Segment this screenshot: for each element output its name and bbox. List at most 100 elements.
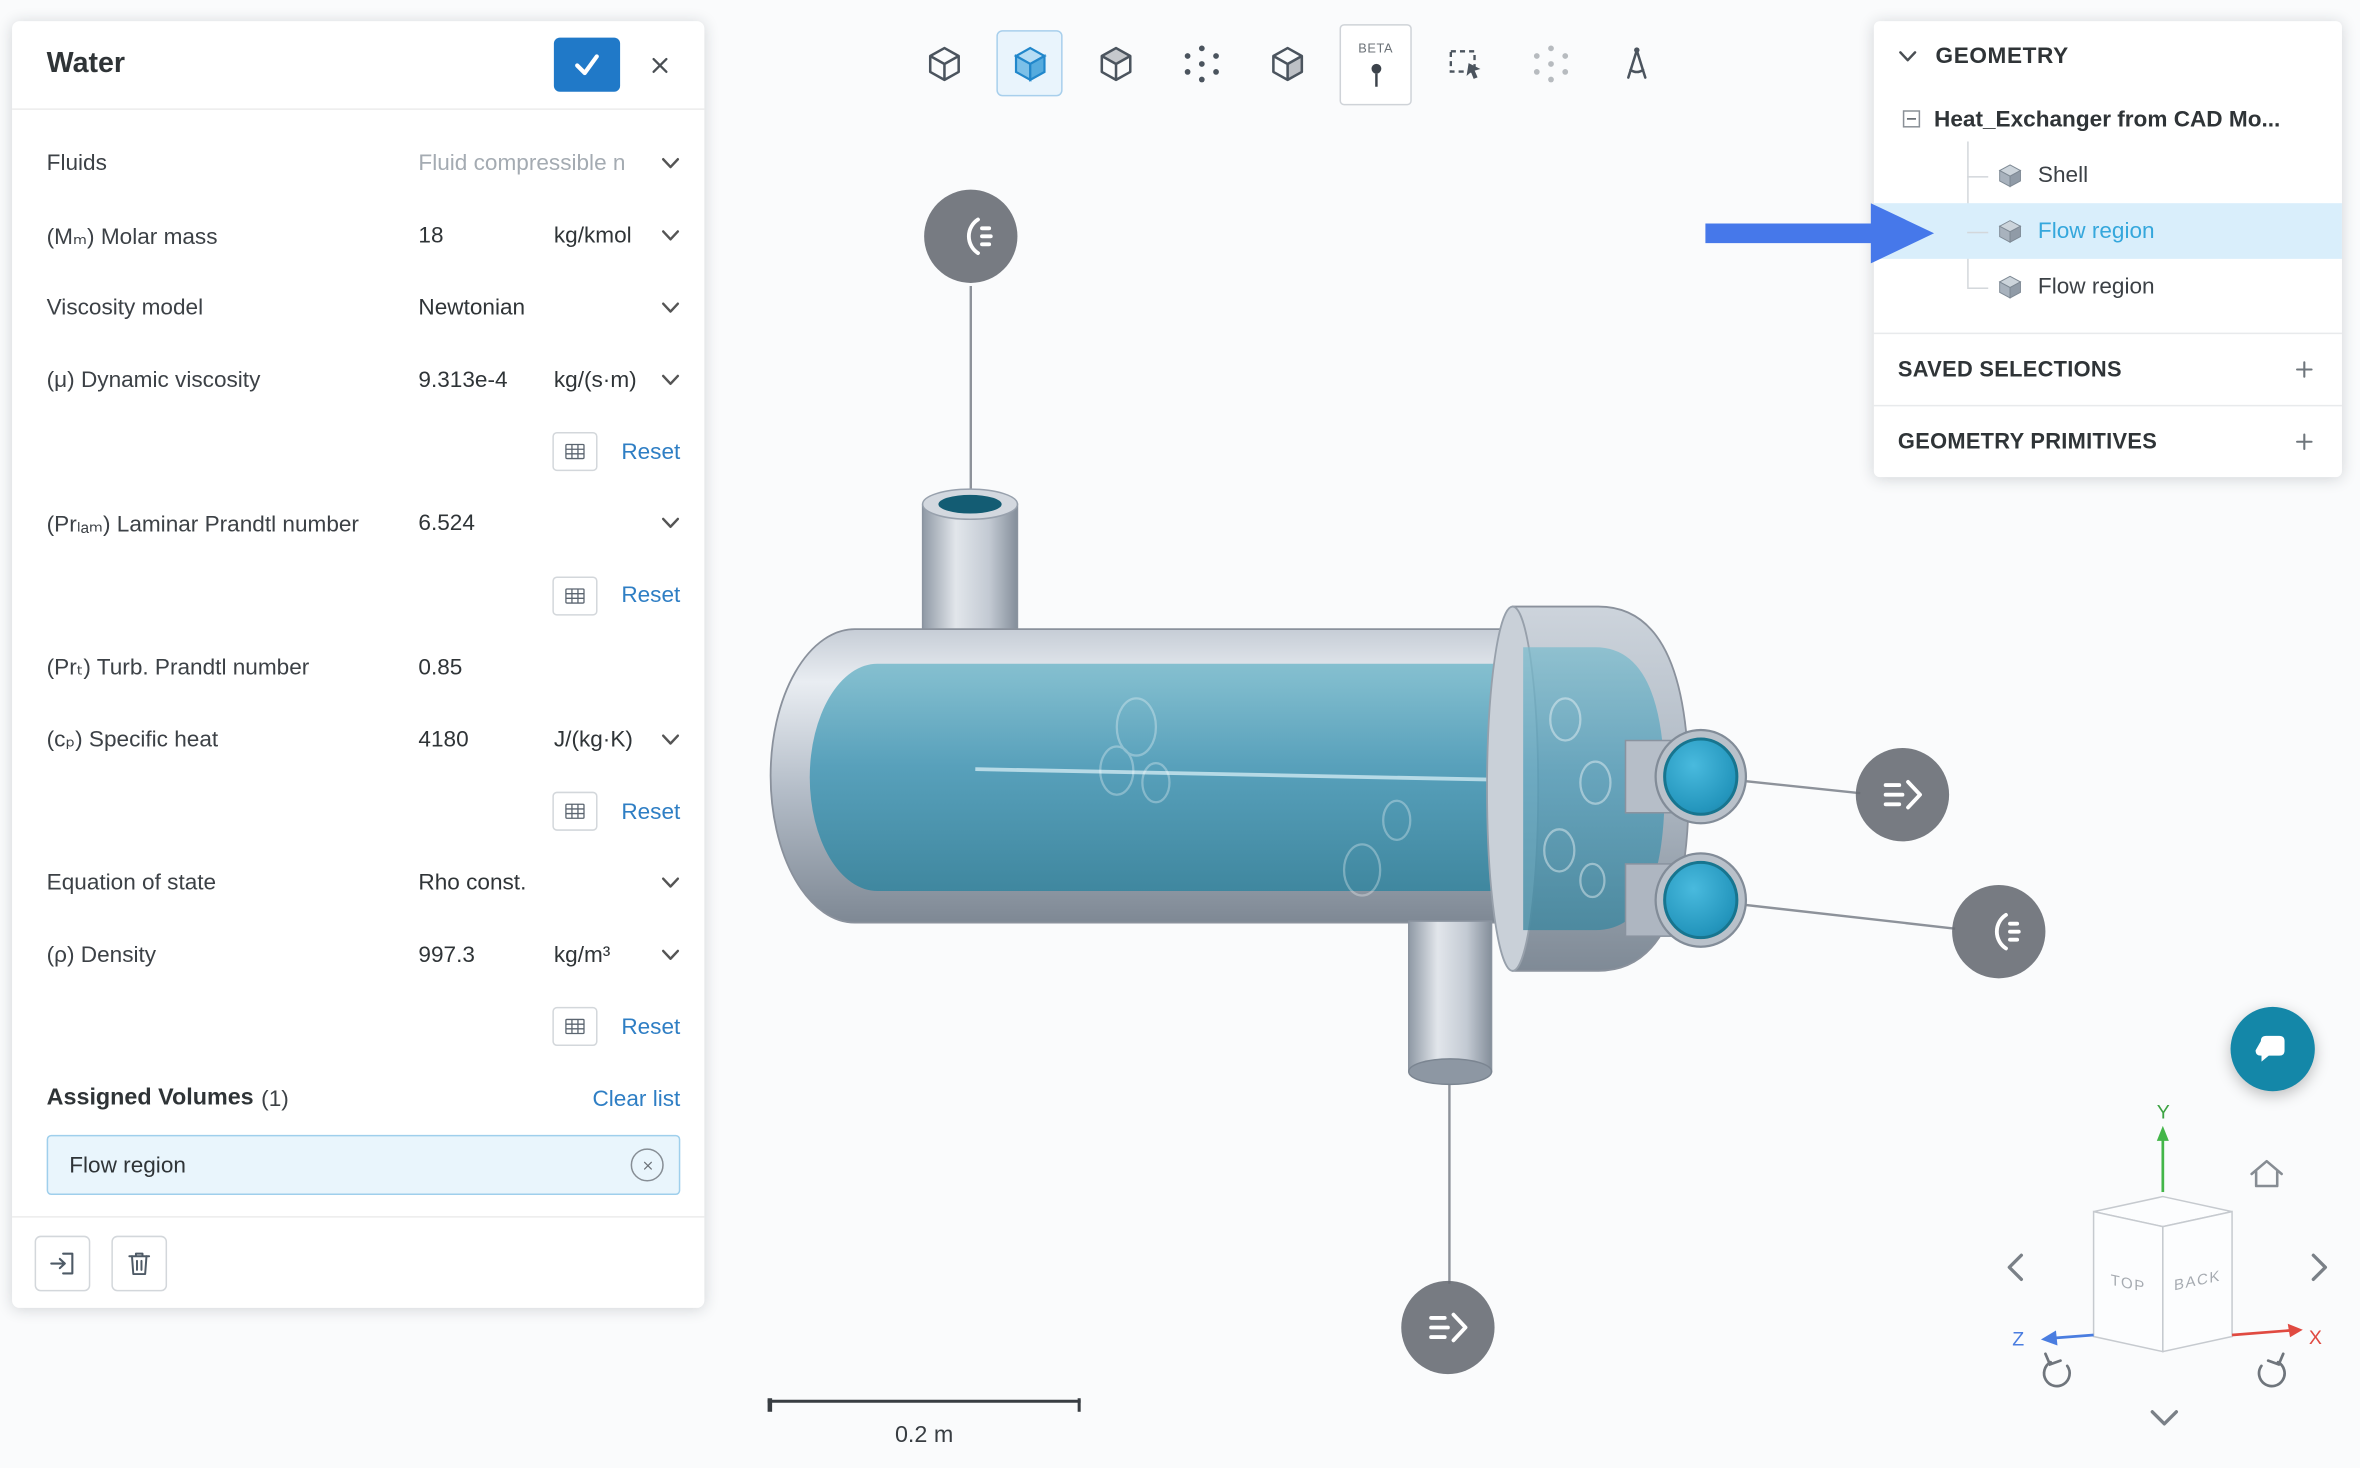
vertices-view-button[interactable] [1168, 30, 1234, 96]
flow-badge-inlet-top[interactable] [924, 190, 1017, 283]
collapse-toggle-icon[interactable] [1902, 110, 1920, 128]
chat-help-button[interactable] [2231, 1007, 2315, 1091]
reset-link[interactable]: Reset [621, 1014, 680, 1040]
dynamic-viscosity-input[interactable]: 9.313e-4 [418, 367, 507, 393]
assigned-volumes-header: Assigned Volumes (1) Clear list [47, 1072, 681, 1126]
cube-icon [1997, 163, 2023, 189]
rotate-right-button[interactable] [2313, 1255, 2325, 1279]
nav-cube[interactable]: Y TOP BACK X Z [1994, 1096, 2340, 1442]
reset-link[interactable]: Reset [621, 439, 680, 465]
flow-inlet-icon [945, 211, 996, 262]
panel-body: Fluids Fluid compressible n (Mₘ) Molar m… [12, 110, 704, 1216]
table-input-button[interactable] [552, 432, 597, 471]
head-end[interactable] [1487, 607, 1746, 971]
probe-point-button[interactable]: BETA [1340, 24, 1412, 105]
turb-prandtl-input[interactable]: 0.85 [418, 655, 462, 681]
density-input[interactable]: 997.3 [418, 942, 475, 968]
assigned-volume-item[interactable]: Flow region [47, 1135, 681, 1195]
field-label: (μ) Dynamic viscosity [47, 367, 419, 393]
assign-selection-button[interactable] [35, 1236, 91, 1292]
geometry-primitives-title: GEOMETRY PRIMITIVES [1898, 430, 2157, 454]
solid-view-button[interactable] [996, 30, 1062, 96]
add-geometry-primitive-button[interactable] [2285, 422, 2324, 461]
close-icon [640, 1159, 654, 1173]
laminar-prandtl-select[interactable]: 6.524 [418, 511, 680, 537]
geometry-section-header[interactable]: GEOMETRY [1874, 21, 2342, 90]
flow-badge-outlet-right[interactable] [1856, 748, 1949, 841]
marquee-select-icon [1444, 43, 1485, 84]
outlet-port-upper[interactable] [1656, 730, 1746, 823]
chevron-down-icon [661, 157, 681, 171]
specific-heat-reset-row: Reset [47, 775, 681, 847]
laminar-prandtl-value: 6.524 [418, 511, 475, 537]
field-label: (Prₗₐₘ) Laminar Prandtl number [47, 510, 419, 537]
rotate-left-button[interactable] [2009, 1255, 2021, 1279]
geometry-primitives-header[interactable]: GEOMETRY PRIMITIVES [1874, 405, 2342, 477]
field-equation-of-state: Equation of state Rho const. [47, 847, 681, 919]
roll-cw-button[interactable] [2259, 1354, 2285, 1386]
solid-cube-icon [1009, 43, 1050, 84]
apply-button[interactable] [554, 38, 620, 92]
clear-list-link[interactable]: Clear list [592, 1086, 680, 1112]
measure-button[interactable] [1603, 30, 1669, 96]
delete-button[interactable] [111, 1236, 167, 1292]
reset-link[interactable]: Reset [621, 583, 680, 609]
field-label: (cₚ) Specific heat [47, 726, 419, 753]
close-panel-button[interactable] [632, 38, 686, 92]
chevron-down-icon [661, 373, 681, 387]
chevron-down-icon [661, 948, 681, 962]
close-icon [646, 52, 672, 78]
fluids-select[interactable]: Fluid compressible n [418, 151, 680, 177]
pattern-view-button[interactable] [1517, 30, 1583, 96]
equation-of-state-select[interactable]: Rho const. [418, 870, 680, 896]
table-input-button[interactable] [552, 576, 597, 615]
field-fluids: Fluids Fluid compressible n [47, 128, 681, 200]
rotate-down-button[interactable] [2152, 1412, 2176, 1424]
tree-item-shell[interactable]: Shell [1874, 147, 2342, 203]
specific-heat-unit-select[interactable]: J/(kg·K) [554, 727, 680, 753]
app-window: 0.2 m Y TOP BACK X Z [0, 0, 2360, 1468]
surface-cube-icon [1267, 43, 1308, 84]
field-density: (ρ) Density 997.3 kg/m³ [47, 919, 681, 991]
box-select-button[interactable] [1431, 30, 1497, 96]
density-unit-select[interactable]: kg/m³ [554, 942, 680, 968]
molar-mass-input[interactable]: 18 [418, 223, 443, 249]
tree-item-flow-region-selected[interactable]: Flow region [1874, 203, 2342, 259]
surface-view-button[interactable] [1254, 30, 1320, 96]
outlet-port-lower[interactable] [1656, 853, 1746, 946]
density-reset-row: Reset [47, 991, 681, 1063]
probe-pin-icon [1358, 56, 1393, 91]
assigned-volume-name: Flow region [69, 1153, 630, 1179]
specific-heat-input[interactable]: 4180 [418, 727, 468, 753]
vertices-cube-icon [1181, 43, 1222, 84]
isometric-view-button[interactable] [911, 30, 977, 96]
geometry-title: GEOMETRY [1936, 43, 2069, 69]
tree-root-heat-exchanger[interactable]: Heat_Exchanger from CAD Mo... [1874, 90, 2342, 147]
x-axis-arrow [2288, 1324, 2303, 1338]
transparent-view-button[interactable] [1082, 30, 1148, 96]
roll-ccw-button[interactable] [2044, 1354, 2070, 1386]
flow-badge-outlet-bottom[interactable] [1401, 1281, 1494, 1374]
dynamic-viscosity-reset-row: Reset [47, 416, 681, 488]
dynamic-viscosity-unit-select[interactable]: kg/(s·m) [554, 367, 680, 393]
tree-item-label: Flow region [2038, 274, 2155, 300]
flow-badge-inlet-right[interactable] [1952, 885, 2045, 978]
saved-selections-header[interactable]: SAVED SELECTIONS [1874, 333, 2342, 405]
equation-of-state-value: Rho const. [418, 870, 526, 896]
field-turb-prandtl: (Prₜ) Turb. Prandtl number 0.85 [47, 632, 681, 704]
x-axis [2232, 1331, 2289, 1336]
viscosity-model-select[interactable]: Newtonian [418, 295, 680, 321]
table-icon [563, 438, 587, 465]
table-icon [563, 798, 587, 825]
remove-assignment-button[interactable] [631, 1149, 664, 1182]
tree-item-flow-region[interactable]: Flow region [1874, 259, 2342, 315]
table-input-button[interactable] [552, 1008, 597, 1047]
add-saved-selection-button[interactable] [2285, 350, 2324, 389]
plus-icon [2294, 430, 2315, 453]
home-view-button[interactable] [2252, 1161, 2282, 1186]
molar-mass-unit-select[interactable]: kg/kmol [554, 223, 680, 249]
reset-link[interactable]: Reset [621, 799, 680, 825]
measure-caliper-icon [1616, 43, 1657, 84]
outlet-nozzle-bottom[interactable] [1409, 921, 1492, 1084]
table-input-button[interactable] [552, 792, 597, 831]
